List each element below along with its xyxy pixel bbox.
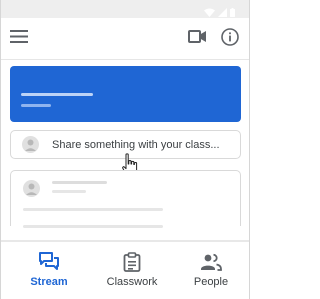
nav-people[interactable]: People bbox=[181, 242, 241, 299]
people-icon bbox=[200, 251, 222, 273]
class-section-placeholder bbox=[21, 104, 51, 107]
post-card[interactable] bbox=[10, 170, 241, 228]
video-camera-icon bbox=[187, 30, 207, 48]
bottom-navigation: Stream Classwork People bbox=[1, 242, 249, 299]
post-text-placeholder bbox=[23, 208, 163, 211]
avatar bbox=[23, 180, 40, 197]
post-text-placeholder bbox=[23, 225, 163, 228]
share-placeholder-text: Share something with your class... bbox=[52, 139, 220, 151]
nav-stream[interactable]: Stream bbox=[13, 242, 85, 299]
stream-content: Share something with your class... bbox=[1, 60, 249, 240]
app-bar bbox=[1, 18, 249, 60]
meet-button[interactable] bbox=[184, 18, 210, 60]
phone-frame: Share something with your class... Strea… bbox=[0, 0, 250, 299]
nav-classwork[interactable]: Classwork bbox=[95, 242, 169, 299]
post-author-placeholder bbox=[52, 181, 107, 184]
stream-icon bbox=[38, 251, 60, 273]
class-name-placeholder bbox=[21, 93, 93, 96]
status-bar bbox=[1, 0, 249, 18]
class-info-button[interactable] bbox=[217, 18, 243, 60]
nav-classwork-label: Classwork bbox=[106, 276, 158, 288]
menu-icon bbox=[10, 30, 28, 48]
class-banner[interactable] bbox=[10, 66, 241, 122]
nav-people-label: People bbox=[193, 276, 229, 288]
post-date-placeholder bbox=[52, 190, 86, 193]
classwork-icon bbox=[123, 251, 141, 273]
info-icon bbox=[221, 27, 239, 51]
avatar bbox=[22, 136, 39, 153]
nav-stream-label: Stream bbox=[30, 276, 68, 288]
menu-button[interactable] bbox=[5, 18, 33, 60]
